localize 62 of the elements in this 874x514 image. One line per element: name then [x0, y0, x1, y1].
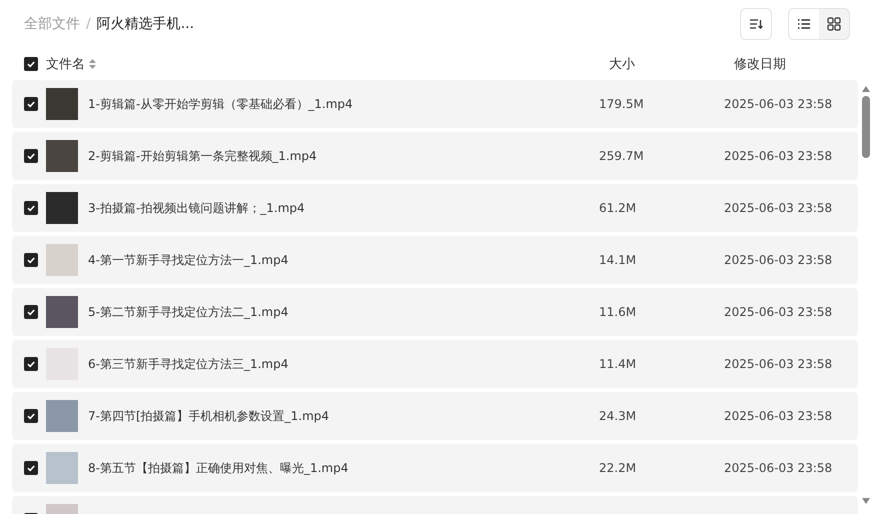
file-name: 5-第二节新手寻找定位方法二_1.mp4: [88, 304, 290, 320]
scroll-up-icon[interactable]: [862, 86, 870, 92]
modified-date: 2025-06-03 23:58: [724, 97, 832, 111]
modified-date: 2025-06-03 23:58: [724, 409, 832, 423]
file-row[interactable]: 8-第五节【拍摄篇】正确使用对焦、曝光_1.mp4 22.2M 2025-06-03 23:58: [12, 444, 858, 492]
video-thumbnail: [46, 192, 78, 224]
list-icon: [797, 18, 811, 30]
file-name: 2-剪辑篇-开始剪辑第一条完整视频_1.mp4: [88, 148, 318, 164]
file-size: 259.7M: [599, 149, 645, 163]
video-thumbnail: [46, 244, 78, 276]
file-size: 24.3M: [599, 409, 638, 423]
file-row[interactable]: 5-第二节新手寻找定位方法二_1.mp4 11.6M 2025-06-03 23:58: [12, 288, 858, 336]
checkbox[interactable]: [24, 409, 38, 423]
checkbox[interactable]: [24, 461, 38, 475]
file-name: 1-剪辑篇-从零开始学剪辑（零基础必看）_1.mp4: [88, 96, 354, 112]
file-name: 8-第五节【拍摄篇】正确使用对焦、曝光_1.mp4: [88, 460, 350, 476]
modified-date: 2025-06-03 23:58: [724, 201, 832, 215]
file-name: 3-拍摄篇-拍视频出镜问题讲解；_1.mp4: [88, 200, 306, 216]
file-row[interactable]: 3-拍摄篇-拍视频出镜问题讲解；_1.mp4 61.2M 2025-06-03 23:58: [12, 184, 858, 232]
video-thumbnail: [46, 88, 78, 120]
video-thumbnail: [46, 452, 78, 484]
file-row[interactable]: 1-剪辑篇-从零开始学剪辑（零基础必看）_1.mp4 179.5M 2025-06-03 23:58: [12, 80, 858, 128]
file-row[interactable]: 6-第三节新手寻找定位方法三_1.mp4 11.4M 2025-06-03 23:58: [12, 340, 858, 388]
sort-arrows-icon[interactable]: [89, 59, 96, 69]
column-header[interactable]: 大小: [609, 55, 734, 73]
column-header[interactable]: 文件名: [46, 55, 85, 73]
modified-date: 2025-06-03 23:58: [724, 461, 832, 475]
checkbox[interactable]: [24, 305, 38, 319]
video-thumbnail: [46, 400, 78, 432]
file-size: 11.6M: [599, 305, 638, 319]
column-header[interactable]: 修改日期: [734, 55, 786, 73]
file-row[interactable]: 2-剪辑篇-开始剪辑第一条完整视频_1.mp4 259.7M 2025-06-03 23:58: [12, 132, 858, 180]
breadcrumb-separator: /: [86, 16, 91, 32]
current-folder: 阿火精选手机...: [96, 15, 194, 33]
video-thumbnail: [46, 140, 78, 172]
file-size: 179.5M: [599, 97, 645, 111]
checkbox[interactable]: [24, 357, 38, 371]
checkbox[interactable]: [24, 201, 38, 215]
modified-date: 2025-06-03 23:58: [724, 305, 832, 319]
checkbox[interactable]: [24, 97, 38, 111]
checkbox[interactable]: [24, 149, 38, 163]
checkbox[interactable]: [24, 253, 38, 267]
file-name: 6-第三节新手寻找定位方法三_1.mp4: [88, 356, 290, 372]
video-thumbnail: [46, 296, 78, 328]
modified-date: 2025-06-03 23:58: [724, 357, 832, 371]
scroll-down-icon[interactable]: [862, 498, 870, 504]
file-row[interactable]: 7-第四节[拍摄篇】手机相机参数设置_1.mp4 24.3M 2025-06-03 23:58: [12, 392, 858, 440]
sort-button[interactable]: [740, 8, 772, 40]
file-row[interactable]: 4-第一节新手寻找定位方法一_1.mp4 14.1M 2025-06-03 23:58: [12, 236, 858, 284]
file-size: 14.1M: [599, 253, 638, 267]
sort-icon: [749, 18, 763, 30]
list-view-button[interactable]: [789, 9, 819, 39]
scrollbar-thumb[interactable]: [862, 96, 870, 158]
file-size: 61.2M: [599, 201, 638, 215]
grid-icon: [827, 17, 841, 31]
checkbox[interactable]: [24, 57, 38, 71]
file-name: 4-第一节新手寻找定位方法一_1.mp4: [88, 252, 290, 268]
file-size: 11.4M: [599, 357, 638, 371]
file-name: 7-第四节[拍摄篇】手机相机参数设置_1.mp4: [88, 408, 330, 424]
modified-date: 2025-06-03 23:58: [724, 253, 832, 267]
file-size: 22.2M: [599, 461, 638, 475]
modified-date: 2025-06-03 23:58: [724, 149, 832, 163]
